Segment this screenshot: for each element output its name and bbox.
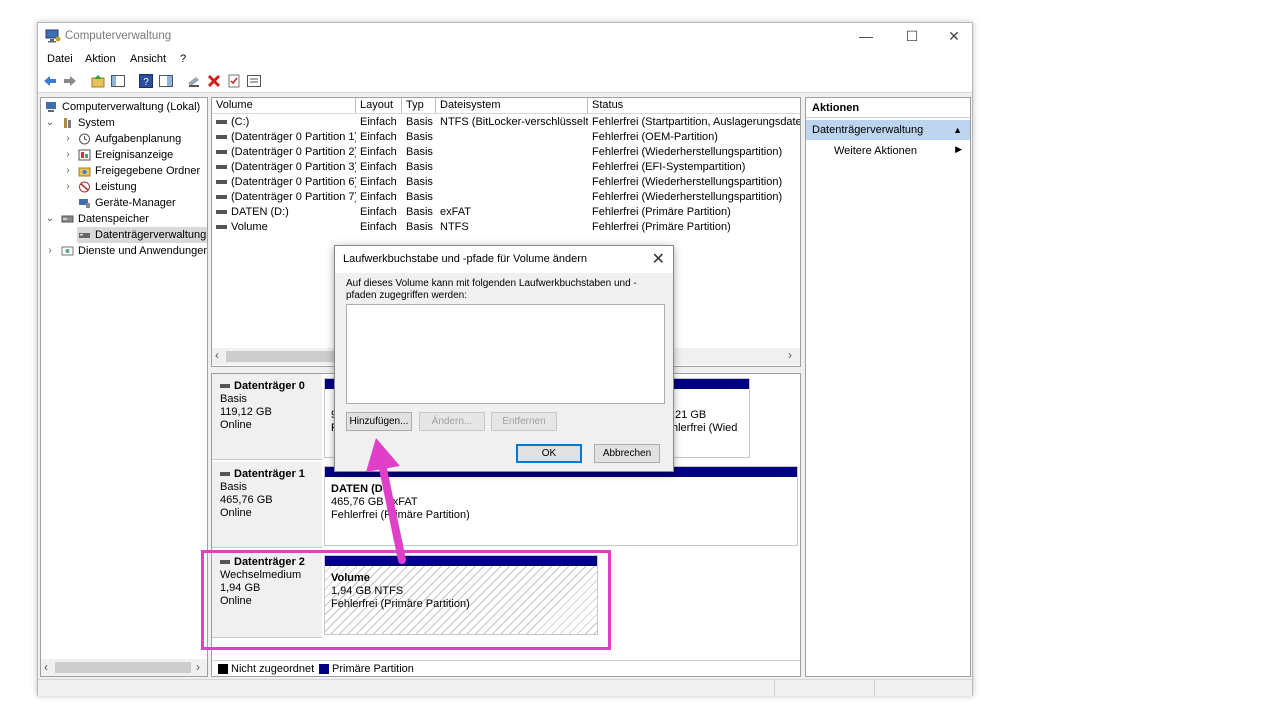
up-folder-icon[interactable] [90,73,106,89]
volume-icon [216,225,227,230]
tree-ereignisanzeige[interactable]: › Ereignisanzeige [45,147,173,163]
services-icon [61,246,74,256]
status-bar [38,679,972,696]
column-header-volume[interactable]: Volume [212,98,356,114]
tree-scrollbar[interactable]: ‹ › [41,659,207,676]
dialog-description: Auf dieses Volume kann mit folgenden Lau… [346,278,637,301]
volume-icon [216,210,227,215]
expand-icon[interactable]: › [63,179,73,195]
scroll-thumb[interactable] [226,351,336,362]
help-icon[interactable]: ? [138,73,154,89]
dialog-close-icon[interactable]: ✕ [652,249,665,269]
expand-icon[interactable]: › [45,243,55,259]
menu-ansicht[interactable]: Ansicht [130,53,166,65]
tree-datenspeicher[interactable]: ⌄ Datenspeicher [45,211,149,227]
back-arrow-icon[interactable] [42,73,58,89]
remove-button[interactable]: Entfernen [491,412,557,431]
menu-aktion[interactable]: Aktion [85,53,116,65]
forward-arrow-icon[interactable] [62,73,78,89]
scroll-left-icon[interactable]: ‹ [215,348,219,362]
tree-dienste-und-anwendungen[interactable]: › Dienste und Anwendungen [45,243,207,259]
computer-management-icon [46,102,56,112]
delete-icon[interactable] [206,73,222,89]
weitere-aktionen-item[interactable]: Weitere Aktionen [834,144,917,158]
tree-geraete-manager[interactable]: Geräte-Manager [45,195,176,211]
scroll-right-icon[interactable]: › [196,660,200,674]
console-tree-icon[interactable] [110,73,126,89]
title-bar: Computerverwaltung — ☐ ✕ [38,23,972,50]
tree-datentraegerverwaltung[interactable]: Datenträgerverwaltung [77,227,207,243]
volume-icon [216,120,227,125]
tree-root[interactable]: Computerverwaltung (Lokal) [45,99,200,115]
annotation-arrow-icon [366,438,406,564]
list-view-icon[interactable] [246,73,262,89]
menu-bar: Datei Aktion Ansicht ? [38,50,972,69]
tree-aufgabenplanung[interactable]: › Aufgabenplanung [45,131,181,147]
computer-management-icon [45,29,61,43]
volume-icon [216,165,227,170]
tools-icon [64,118,71,128]
clock-icon [79,133,90,145]
disk-1-info[interactable]: Datenträger 1 Basis 465,76 GB Online [212,462,322,548]
expand-icon[interactable]: › [63,147,73,163]
shared-folder-icon [78,167,91,177]
console-tree: Computerverwaltung (Lokal) ⌄ System › Au… [40,97,208,677]
maximize-button[interactable]: ☐ [892,23,932,49]
collapse-triangle-icon[interactable]: ▲ [953,120,962,140]
svg-text:?: ? [143,77,149,88]
event-viewer-icon [78,149,91,161]
toolbar: ? [38,69,972,93]
actions-section-datentraegerverwaltung[interactable]: Datenträgerverwaltung ▲ [806,120,970,140]
tree-freigegebene-ordner[interactable]: › Freigegebene Ordner [45,163,200,179]
ok-button[interactable]: OK [516,444,582,463]
menu-datei[interactable]: Datei [47,53,73,65]
disk-legend: Nicht zugeordnet Primäre Partition [212,660,800,676]
change-button[interactable]: Ändern... [419,412,485,431]
disk-management-icon [79,233,90,238]
expand-icon[interactable]: › [63,131,73,147]
column-header-typ[interactable]: Typ [402,98,436,114]
dialog-title: Laufwerkbuchstabe und -pfade für Volume … [343,253,587,265]
volume-icon [216,135,227,140]
scroll-thumb[interactable] [55,662,191,673]
expand-icon[interactable]: › [63,163,73,179]
performance-icon [79,181,90,193]
connect-icon[interactable] [186,73,202,89]
scroll-left-icon[interactable]: ‹ [44,660,48,674]
storage-icon [61,215,74,223]
add-button[interactable]: Hinzufügen... [346,412,412,431]
menu-help[interactable]: ? [180,53,186,65]
volume-icon [216,180,227,185]
scroll-right-icon[interactable]: › [788,348,792,362]
volume-icon [216,150,227,155]
disk-0-partition-right[interactable]: ,21 GB hlerfrei (Wied [668,378,750,458]
actions-header: Aktionen [806,98,970,118]
minimize-button[interactable]: — [846,23,886,49]
legend-swatch-primary [319,664,329,674]
cancel-button[interactable]: Abbrechen [594,444,660,463]
tree-system[interactable]: ⌄ System [45,115,115,131]
disk-0-info[interactable]: Datenträger 0 Basis 119,12 GB Online [212,374,322,460]
disk-icon [220,384,230,389]
actions-pane: Aktionen Datenträgerverwaltung ▲ Weitere… [805,97,971,677]
checklist-icon[interactable] [226,73,242,89]
drive-letter-path-list[interactable] [346,304,665,404]
column-header-dateisystem[interactable]: Dateisystem [436,98,588,114]
window-title: Computerverwaltung [65,30,172,42]
submenu-triangle-icon: ▶ [955,144,962,154]
dialog-title-bar: Laufwerkbuchstabe und -pfade für Volume … [335,246,673,273]
tree-leistung[interactable]: › Leistung [45,179,136,195]
device-manager-icon [79,199,90,208]
legend-swatch-unallocated [218,664,228,674]
volume-icon [216,195,227,200]
collapse-icon[interactable]: ⌄ [45,115,55,131]
column-header-status[interactable]: Status [588,98,800,114]
properties-view-icon[interactable] [158,73,174,89]
disk-icon [220,472,230,477]
column-header-layout[interactable]: Layout [356,98,402,114]
close-button[interactable]: ✕ [934,23,974,49]
collapse-icon[interactable]: ⌄ [45,211,55,227]
